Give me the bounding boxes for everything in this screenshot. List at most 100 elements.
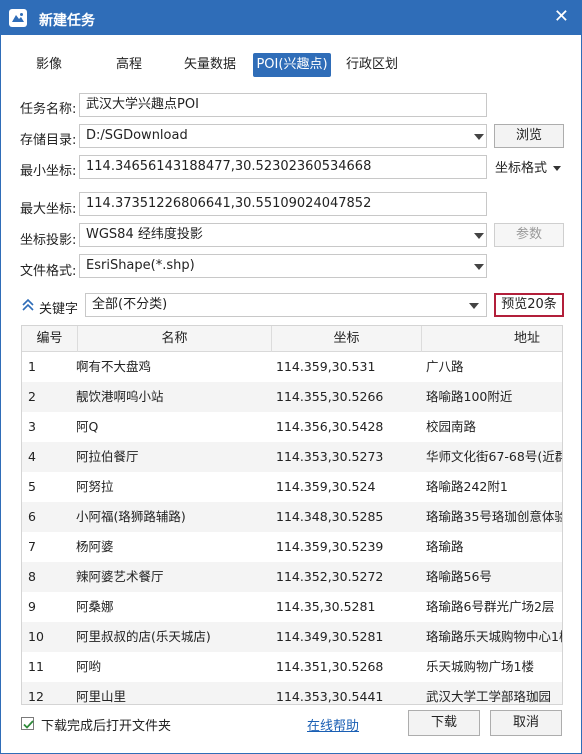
tab-elevation[interactable]: 高程 xyxy=(109,53,149,77)
cell-name: 辣阿婆艺术餐厅 xyxy=(76,569,164,584)
col-header-address[interactable]: 地址 xyxy=(422,326,562,352)
cell-coord: 114.35,30.5281 xyxy=(276,599,376,614)
max-coord-input[interactable]: 114.37351226806641,30.55109024047852 xyxy=(79,192,487,216)
preview-button[interactable]: 预览20条 xyxy=(494,293,564,317)
table-row[interactable]: 10 阿里叔叔的店(乐天城店) 114.349,30.5281 珞瑜路乐天城购物中心1… xyxy=(22,622,563,652)
params-button[interactable]: 参数 xyxy=(494,223,564,247)
open-folder-label: 下载完成后打开文件夹 xyxy=(41,719,172,734)
cell-id: 6 xyxy=(28,509,36,524)
poi-table[interactable]: 编号 名称 坐标 地址 1 啊有不大盘鸡 114.359,30.531 广八路 2 靓饮港… xyxy=(21,325,563,705)
tab-admin-division[interactable]: 行政区划 xyxy=(343,53,401,77)
storage-dir-select[interactable]: D:/SGDownload xyxy=(79,124,487,148)
col-header-id[interactable]: 编号 xyxy=(22,326,78,352)
close-icon[interactable]: ✕ xyxy=(554,7,569,27)
chevron-down-icon[interactable] xyxy=(553,166,561,171)
chevron-down-icon[interactable] xyxy=(469,303,479,309)
tab-imagery[interactable]: 影像 xyxy=(29,53,69,77)
cell-name: 靓饮港啊呜小站 xyxy=(76,389,164,404)
cell-coord: 114.353,30.5441 xyxy=(276,689,384,704)
cell-address: 广八路 xyxy=(426,359,464,374)
max-coord-label: 最大坐标: xyxy=(20,202,77,217)
cell-name: 阿里山里 xyxy=(76,689,127,704)
cell-address: 华师文化街67-68号(近群光 xyxy=(426,449,562,464)
open-folder-checkbox[interactable] xyxy=(21,717,34,730)
file-format-label: 文件格式: xyxy=(20,264,77,279)
projection-select[interactable]: WGS84 经纬度投影 xyxy=(79,223,487,247)
keyword-select[interactable]: 全部(不分类) xyxy=(85,293,487,317)
cell-address: 珞瑜路35号珞珈创意体验城 xyxy=(426,509,562,524)
task-name-input[interactable]: 武汉大学兴趣点POI xyxy=(79,93,487,117)
col-header-name[interactable]: 名称 xyxy=(78,326,272,352)
cell-name: 阿里叔叔的店(乐天城店) xyxy=(76,629,211,644)
tab-bar: 影像 高程 矢量数据 POI(兴趣点) 行政区划 xyxy=(1,53,581,79)
cell-address: 珞喻路242附1 xyxy=(426,479,508,494)
table-row[interactable]: 2 靓饮港啊呜小站 114.355,30.5266 珞喻路100附近 xyxy=(22,382,562,412)
cell-address: 珞瑜路6号群光广场2层 xyxy=(426,599,555,614)
tab-vector-data[interactable]: 矢量数据 xyxy=(181,53,239,77)
cell-name: 阿拉伯餐厅 xyxy=(76,449,139,464)
table-row[interactable]: 1 啊有不大盘鸡 114.359,30.531 广八路 xyxy=(22,352,562,382)
table-row[interactable]: 7 杨阿婆 114.359,30.5239 珞瑜路 xyxy=(22,532,562,562)
new-task-dialog: 新建任务 ✕ 影像 高程 矢量数据 POI(兴趣点) 行政区划 任务名称: 武汉… xyxy=(0,0,582,754)
cell-id: 12 xyxy=(28,689,44,704)
cell-name: 阿Q xyxy=(76,419,99,434)
cell-name: 阿努拉 xyxy=(76,479,114,494)
table-header: 编号 名称 坐标 地址 xyxy=(22,326,562,352)
cell-id: 10 xyxy=(28,629,44,644)
coord-format-dropdown[interactable]: 坐标格式 xyxy=(495,157,547,176)
table-row[interactable]: 5 阿努拉 114.359,30.524 珞喻路242附1 xyxy=(22,472,562,502)
tab-poi[interactable]: POI(兴趣点) xyxy=(253,53,331,77)
app-logo-icon xyxy=(9,9,27,27)
window-title: 新建任务 xyxy=(39,13,95,29)
task-name-label: 任务名称: xyxy=(20,102,77,117)
table-row[interactable]: 6 小阿福(珞狮路辅路) 114.348,30.5285 珞瑜路35号珞珈创意体验城 xyxy=(22,502,562,532)
cell-coord: 114.356,30.5428 xyxy=(276,419,384,434)
cell-coord: 114.349,30.5281 xyxy=(276,629,384,644)
cell-address: 珞喻路56号 xyxy=(426,569,492,584)
browse-button[interactable]: 浏览 xyxy=(494,124,564,148)
min-coord-label: 最小坐标: xyxy=(20,164,77,179)
table-row[interactable]: 8 辣阿婆艺术餐厅 114.352,30.5272 珞喻路56号 xyxy=(22,562,562,592)
cell-coord: 114.359,30.5239 xyxy=(276,539,384,554)
table-row[interactable]: 11 阿哟 114.351,30.5268 乐天城购物广场1楼 xyxy=(22,652,562,682)
cell-id: 4 xyxy=(28,449,36,464)
table-row[interactable]: 12 阿里山里 114.353,30.5441 武汉大学工学部珞珈园 xyxy=(22,682,562,704)
collapse-chevron-icon[interactable] xyxy=(21,297,35,313)
checkmark-icon xyxy=(23,720,34,729)
file-format-select[interactable]: EsriShape(*.shp) xyxy=(79,254,487,278)
cell-name: 啊有不大盘鸡 xyxy=(76,359,152,374)
keyword-label[interactable]: 关键字 xyxy=(39,298,78,317)
chevron-down-icon[interactable] xyxy=(474,233,484,239)
online-help-link[interactable]: 在线帮助 xyxy=(307,715,359,734)
cell-coord: 114.359,30.531 xyxy=(276,359,376,374)
cancel-button[interactable]: 取消 xyxy=(490,710,562,736)
cell-id: 3 xyxy=(28,419,36,434)
storage-dir-label: 存储目录: xyxy=(20,133,77,148)
cell-coord: 114.353,30.5273 xyxy=(276,449,384,464)
cell-coord: 114.359,30.524 xyxy=(276,479,376,494)
cell-name: 小阿福(珞狮路辅路) xyxy=(76,509,186,524)
cell-id: 5 xyxy=(28,479,36,494)
table-row[interactable]: 3 阿Q 114.356,30.5428 校园南路 xyxy=(22,412,562,442)
cell-id: 9 xyxy=(28,599,36,614)
projection-label: 坐标投影: xyxy=(20,233,77,248)
cell-name: 杨阿婆 xyxy=(76,539,114,554)
cell-id: 8 xyxy=(28,569,36,584)
cell-coord: 114.355,30.5266 xyxy=(276,389,384,404)
chevron-down-icon[interactable] xyxy=(474,264,484,270)
cell-address: 珞喻路100附近 xyxy=(426,389,513,404)
cell-name: 阿桑娜 xyxy=(76,599,114,614)
cell-address: 珞瑜路乐天城购物中心1楼 xyxy=(426,629,563,644)
table-row[interactable]: 4 阿拉伯餐厅 114.353,30.5273 华师文化街67-68号(近群光 xyxy=(22,442,562,472)
cell-id: 2 xyxy=(28,389,36,404)
chevron-down-icon[interactable] xyxy=(474,134,484,140)
cell-address: 校园南路 xyxy=(426,419,477,434)
download-button[interactable]: 下载 xyxy=(408,710,480,736)
col-header-coord[interactable]: 坐标 xyxy=(272,326,422,352)
min-coord-input[interactable]: 114.34656143188477,30.52302360534668 xyxy=(79,155,487,179)
cell-id: 11 xyxy=(28,659,44,674)
table-row[interactable]: 9 阿桑娜 114.35,30.5281 珞瑜路6号群光广场2层 xyxy=(22,592,562,622)
title-bar: 新建任务 ✕ xyxy=(1,1,581,35)
cell-coord: 114.352,30.5272 xyxy=(276,569,384,584)
cell-coord: 114.351,30.5268 xyxy=(276,659,384,674)
